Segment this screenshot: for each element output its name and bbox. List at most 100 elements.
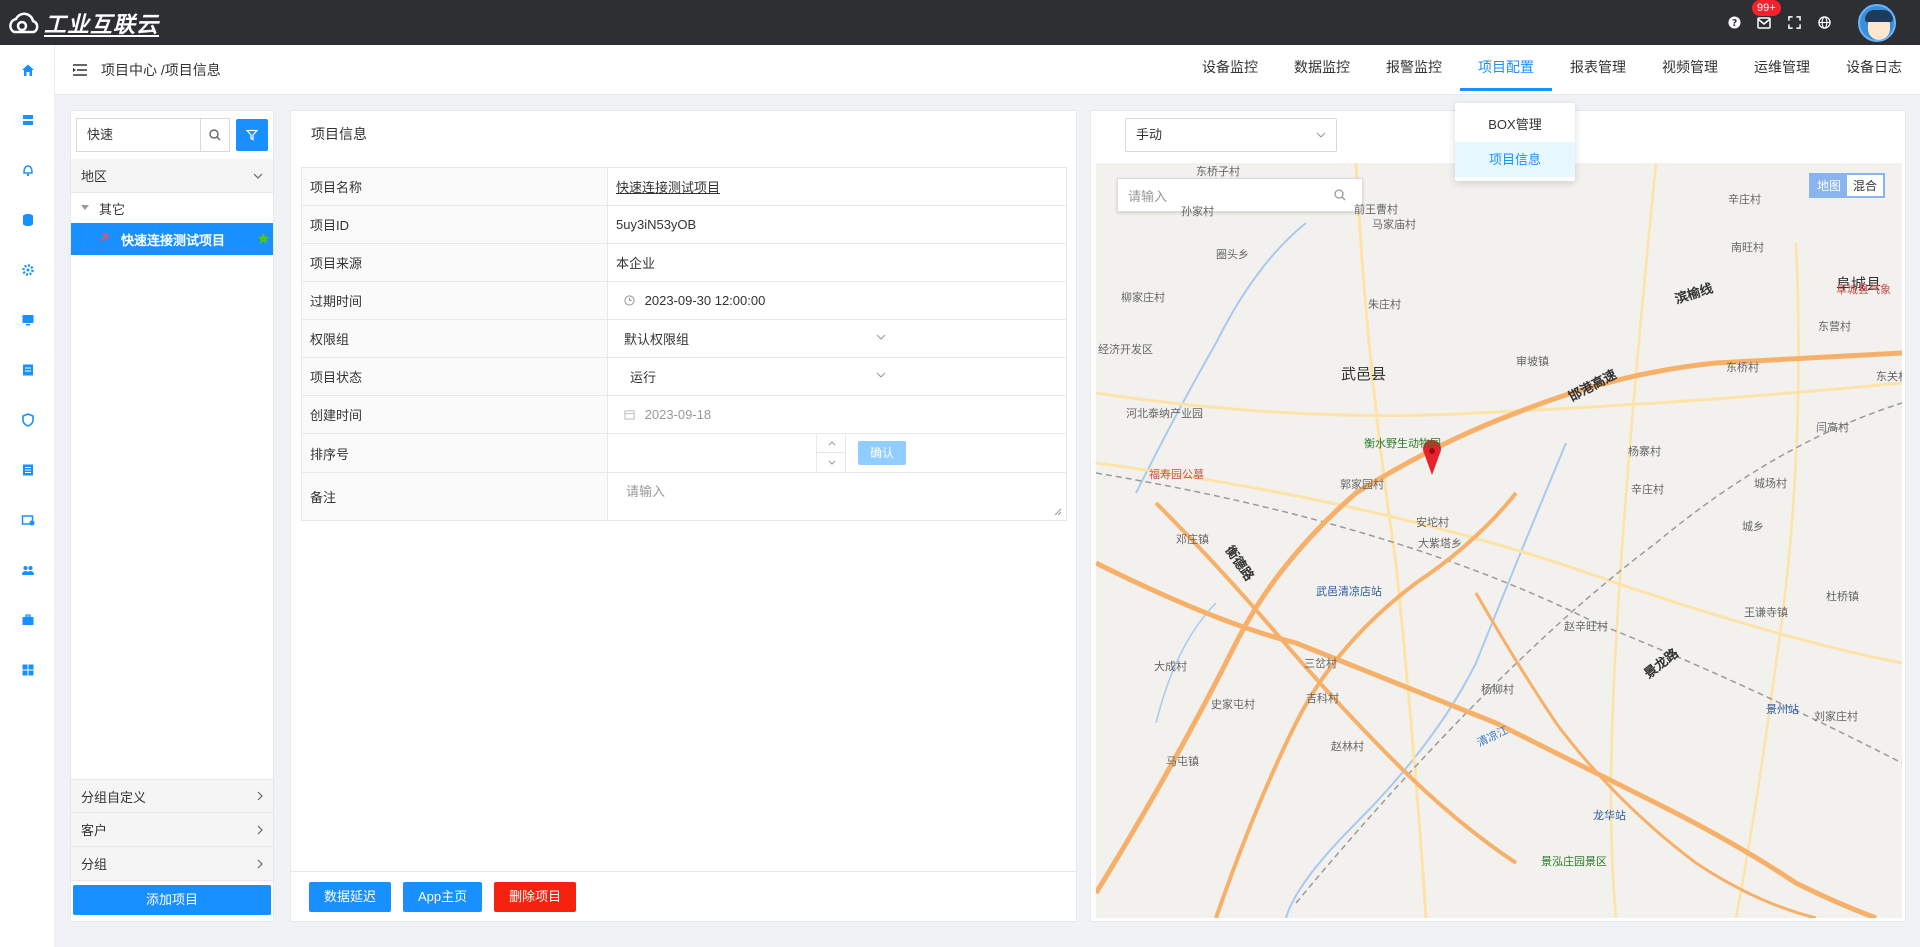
top-icons: ? 99+	[1712, 0, 1896, 45]
group-customer-header[interactable]: 客户	[71, 813, 273, 847]
map-type-hybrid[interactable]: 混合	[1847, 175, 1883, 196]
star-icon[interactable]	[257, 232, 270, 245]
message-badge: 99+	[1752, 0, 1781, 16]
sort-order-input[interactable]	[608, 434, 846, 472]
map-search-input[interactable]: 请输入	[1118, 186, 1318, 205]
top-bar: 工业互联云 ? 99+	[0, 0, 1920, 45]
help-icon[interactable]: ?	[1726, 15, 1742, 31]
expire-time-picker[interactable]: 2023-09-30 12:00:00	[607, 281, 1067, 320]
nav-device-log[interactable]: 设备日志	[1828, 45, 1920, 95]
group-customer-label: 客户	[81, 823, 108, 838]
rail-home-icon[interactable]	[0, 45, 55, 95]
map-label-sanmao: 三岔村	[1304, 658, 1337, 670]
map-panel: 手动 请输入 地图 混合 武邑县 阜城县 衡水野生动物园 滨榆线 邯港高速 武邑…	[1090, 110, 1906, 922]
svg-text:?: ?	[1731, 18, 1736, 29]
note-textarea[interactable]: 请输入	[626, 484, 665, 499]
map-type-map[interactable]: 地图	[1811, 175, 1848, 196]
rail-monitor-icon[interactable]	[0, 295, 55, 345]
map-label-duqiao: 杜桥镇	[1826, 591, 1859, 603]
rail-database-icon[interactable]	[0, 195, 55, 245]
app-home-button[interactable]: App主页	[403, 881, 483, 912]
project-status-select[interactable]: 运行	[616, 367, 886, 386]
group-group-header[interactable]: 分组	[71, 847, 273, 881]
nav-video[interactable]: 视频管理	[1644, 45, 1736, 95]
tree-node-selected-project[interactable]: 快速连接测试项目	[71, 223, 273, 255]
rail-alarm-bell-icon[interactable]	[0, 145, 55, 195]
created-time-value: 2023-09-18	[644, 407, 712, 422]
map-label-jingfu: 景泓庄园景区	[1541, 856, 1607, 868]
selected-project-label: 快速连接测试项目	[121, 232, 226, 248]
increment-button[interactable]	[817, 434, 846, 453]
region-group-header[interactable]: 地区	[71, 159, 273, 193]
map-label-guojiayuan: 郭家园村	[1340, 479, 1384, 491]
map-label-qianwang: 前王曹村	[1354, 204, 1398, 216]
map-label-dongqiao: 东桥村	[1726, 362, 1759, 374]
delete-project-button[interactable]: 删除项目	[494, 881, 577, 912]
chevron-right-icon	[257, 791, 263, 801]
chevron-down-icon	[876, 372, 886, 378]
user-avatar[interactable]	[1858, 3, 1896, 42]
rail-list-icon[interactable]	[0, 445, 55, 495]
data-delay-button[interactable]: 数据延迟	[309, 881, 392, 912]
nav-report[interactable]: 报表管理	[1552, 45, 1644, 95]
rail-video-icon[interactable]	[0, 495, 55, 545]
rail-toolbox-icon[interactable]	[0, 595, 55, 645]
row-permission-group: 权限组 默认权限组	[301, 319, 1067, 358]
message-icon[interactable]: 99+	[1752, 0, 1781, 31]
project-name-value[interactable]: 快速连接测试项目	[616, 180, 720, 195]
dropdown-item-box-management[interactable]: BOX管理	[1455, 107, 1575, 142]
map-type-switch: 地图 混合	[1809, 173, 1886, 198]
rail-report-icon[interactable]	[0, 345, 55, 395]
calendar-icon	[624, 410, 635, 420]
language-globe-icon[interactable]	[1816, 15, 1832, 31]
rail-settings-gear-icon[interactable]	[0, 245, 55, 295]
map-label-shengfan: 城乡	[1742, 521, 1764, 533]
filter-icon	[246, 129, 259, 141]
map-label-wuyi: 武邑县	[1341, 366, 1387, 383]
resize-handle-icon[interactable]	[1054, 508, 1062, 516]
map-label-majiamiao: 马家庙村	[1372, 219, 1416, 231]
add-project-button[interactable]: 添加项目	[73, 885, 271, 915]
map-label-shenpo: 审坡镇	[1516, 356, 1549, 368]
map-label-zoo: 衡水野生动物园	[1364, 438, 1441, 450]
project-status-value: 运行	[630, 370, 657, 385]
nav-operations[interactable]: 运维管理	[1736, 45, 1828, 95]
nav-project-config[interactable]: 项目配置	[1460, 45, 1552, 95]
tree-node-other[interactable]: 其它	[71, 193, 273, 223]
location-mode-select[interactable]: 手动	[1125, 118, 1337, 152]
rail-shield-icon[interactable]	[0, 395, 55, 445]
rail-users-icon[interactable]	[0, 545, 55, 595]
info-footer: 数据延迟 App主页 删除项目	[291, 871, 1076, 921]
project-info-panel: 项目信息 项目名称 快速连接测试项目 项目ID 5uy3iN53yOB 项目来源…	[290, 110, 1077, 922]
confirm-sort-button[interactable]: 确认	[858, 441, 906, 465]
nav-data-monitor[interactable]: 数据监控	[1276, 45, 1368, 95]
map-view[interactable]: 请输入 地图 混合 武邑县 阜城县 衡水野生动物园 滨榆线 邯港高速 武邑清凉店…	[1096, 163, 1902, 918]
project-status-label: 项目状态	[301, 357, 608, 396]
permission-group-select[interactable]: 默认权限组	[616, 329, 886, 348]
map-label-zhuzhuang: 朱庄村	[1368, 299, 1401, 311]
search-button[interactable]	[200, 118, 231, 152]
icon-rail	[0, 45, 55, 947]
row-project-status: 项目状态 运行	[301, 357, 1067, 396]
project-info-title: 项目信息	[311, 126, 367, 142]
rail-project-icon[interactable]	[0, 95, 55, 145]
project-search-input[interactable]: 快速	[76, 118, 201, 152]
map-label-anyan: 安坨村	[1416, 517, 1449, 529]
nav-device-monitor[interactable]: 设备监控	[1184, 45, 1276, 95]
map-label-dongguan: 东关村	[1876, 371, 1902, 383]
dropdown-item-project-info[interactable]: 项目信息	[1455, 142, 1575, 177]
nav-alarm-monitor[interactable]: 报警监控	[1368, 45, 1460, 95]
decrement-button[interactable]	[817, 453, 846, 472]
menu-fold-icon[interactable]	[73, 63, 87, 76]
map-label-mashen: 马屯镇	[1166, 756, 1199, 768]
fullscreen-icon[interactable]	[1786, 15, 1802, 31]
search-icon	[209, 129, 221, 141]
chevron-right-icon	[257, 859, 263, 868]
map-search-box[interactable]: 请输入	[1117, 178, 1363, 212]
chevron-down-icon	[876, 334, 886, 340]
rail-dashboard-icon[interactable]	[0, 645, 55, 695]
logo[interactable]: 工业互联云	[6, 7, 159, 39]
filter-button[interactable]	[236, 119, 269, 151]
project-tree-panel: 快速 地区 其它 快速连接测试项目 分组自定义 客户 分组 添加项目	[70, 110, 274, 922]
group-custom-header[interactable]: 分组自定义	[71, 779, 273, 813]
